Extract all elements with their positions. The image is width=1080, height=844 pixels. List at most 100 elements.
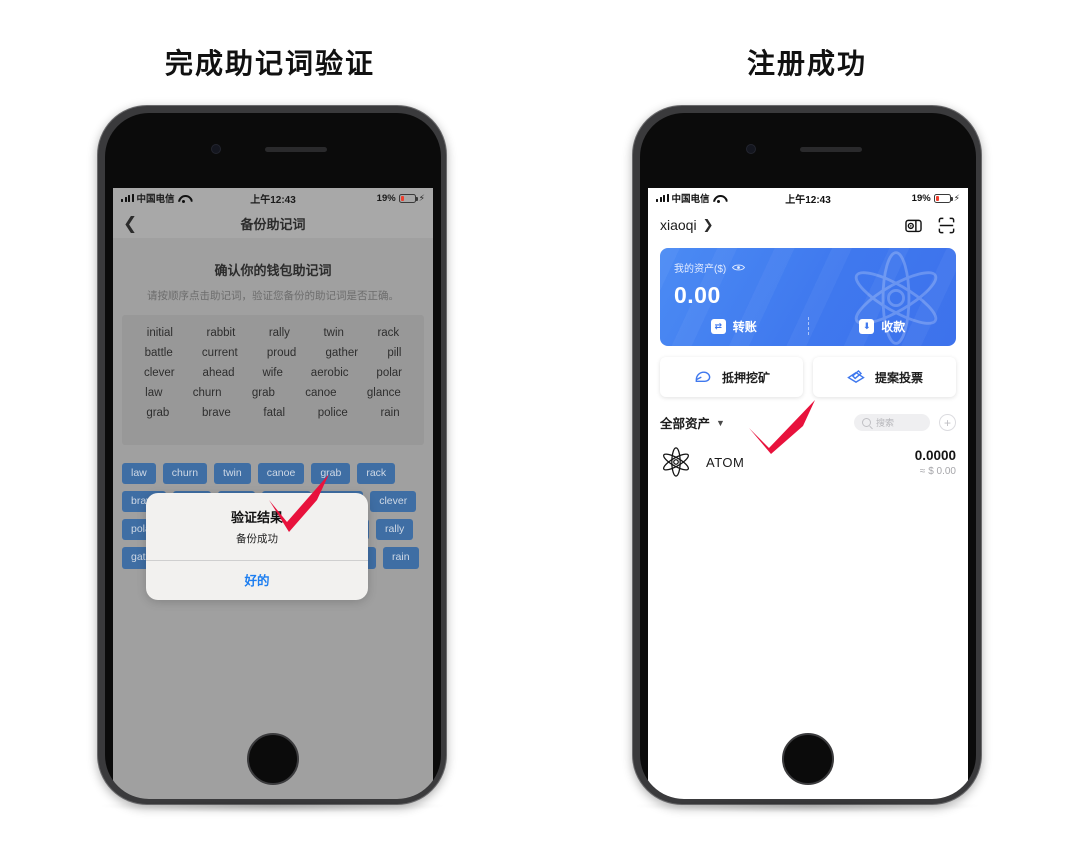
wallet-name-label[interactable]: xiaoqi [660, 217, 697, 233]
selected-word[interactable]: battle [145, 347, 173, 359]
vote-button[interactable]: 提案投票 [813, 357, 956, 397]
selected-word[interactable]: canoe [305, 387, 336, 399]
asset-amount: 0.0000 [914, 447, 956, 463]
selected-word-row: grab brave fatal police rain [128, 403, 418, 423]
signal-bars-icon [121, 194, 134, 202]
phone-mockup-left: 中国电信 上午12:43 19% ⚡ ❮ 备份助记词 确认你的钱包助记词 请按顺… [97, 105, 447, 813]
asset-symbol: ATOM [706, 454, 745, 470]
selected-word-row: law churn grab canoe glance [128, 383, 418, 403]
word-chip[interactable]: grab [311, 463, 351, 485]
selected-word[interactable]: ahead [203, 367, 235, 379]
selected-word[interactable]: fatal [263, 407, 285, 419]
page-subheading: 请按顺序点击助记词，验证您备份的助记词是否正确。 [147, 290, 399, 302]
selected-word[interactable]: wife [262, 367, 282, 379]
selected-word[interactable]: churn [193, 387, 222, 399]
battery-percent-label: 19% [911, 192, 931, 204]
all-assets-label[interactable]: 全部资产 [660, 413, 710, 432]
transfer-icon: ⇄ [710, 318, 726, 334]
transfer-label: 转账 [732, 319, 757, 334]
selected-word-row: battle current proud gather pill [128, 343, 418, 363]
front-camera-icon [746, 144, 756, 154]
selected-word[interactable]: proud [267, 347, 296, 359]
asset-fiat-value: ≈ $ 0.00 [919, 465, 956, 477]
status-bar-left: 中国电信 上午12:43 19% ⚡ [113, 188, 433, 208]
atom-coin-icon [660, 446, 692, 478]
status-bar-right: 中国电信 上午12:43 19% ⚡ [648, 188, 968, 208]
selected-word[interactable]: gather [326, 347, 359, 359]
home-button[interactable] [247, 733, 299, 785]
staking-icon [693, 368, 713, 386]
battery-percent-label: 19% [376, 192, 396, 204]
selected-word[interactable]: clever [144, 367, 175, 379]
selected-word[interactable]: rack [377, 327, 399, 339]
navigation-bar: ❮ 备份助记词 [113, 208, 433, 238]
dialog-message: 备份成功 [236, 533, 278, 545]
earpiece-speaker [800, 147, 862, 152]
nav-title: 备份助记词 [240, 216, 306, 232]
battery-icon [398, 193, 418, 203]
staking-button[interactable]: 抵押挖矿 [660, 357, 803, 397]
balance-amount: 0.00 [674, 282, 721, 308]
dialog-title: 验证结果 [230, 510, 283, 525]
selected-word[interactable]: rabbit [207, 327, 236, 339]
selected-word[interactable]: law [145, 387, 162, 399]
scan-qr-icon[interactable] [937, 216, 956, 235]
card-action-row: ⇄ 转账 ⬇ 收款 [660, 317, 956, 335]
vote-icon [846, 368, 866, 386]
card-label-row: 我的资产($) [674, 260, 942, 275]
receive-button[interactable]: ⬇ 收款 [809, 318, 957, 335]
lightning-bolt-icon: ⚡ [418, 192, 425, 203]
chevron-right-icon[interactable]: ❯ [703, 217, 714, 233]
word-chip[interactable]: rally [376, 519, 414, 541]
staking-label: 抵押挖矿 [721, 370, 770, 385]
battery-icon [933, 193, 953, 203]
page-heading: 确认你的钱包助记词 [214, 263, 332, 278]
selected-word[interactable]: initial [147, 327, 173, 339]
selected-word[interactable]: brave [202, 407, 231, 419]
selected-word[interactable]: rally [269, 327, 290, 339]
eye-icon[interactable] [732, 263, 746, 272]
screen-left: 中国电信 上午12:43 19% ⚡ ❮ 备份助记词 确认你的钱包助记词 请按顺… [113, 188, 433, 799]
selected-word-row: clever ahead wife aerobic polar [128, 363, 418, 383]
plus-icon[interactable]: + [939, 414, 956, 431]
word-chip[interactable]: rack [357, 463, 396, 485]
word-chip[interactable]: churn [162, 463, 208, 485]
phone-body-right: 中国电信 上午12:43 19% ⚡ xiaoqi ❯ 我的资产($) 0.00… [640, 113, 976, 799]
quick-action-row: 抵押挖矿 提案投票 [660, 357, 956, 397]
selected-word[interactable]: polar [376, 367, 402, 379]
word-chip[interactable]: twin [214, 463, 251, 485]
asset-list-header: 全部资产 ▼ 搜索 + [660, 413, 956, 432]
selected-word[interactable]: current [202, 347, 238, 359]
search-input[interactable]: 搜索 [854, 414, 930, 431]
left-panel-title: 完成助记词验证 [164, 48, 375, 79]
verification-result-dialog: 验证结果 备份成功 好的 [146, 493, 368, 600]
right-panel-title: 注册成功 [746, 48, 867, 79]
dialog-body: 验证结果 备份成功 [146, 493, 368, 560]
signal-bars-icon [656, 194, 669, 202]
wifi-icon [178, 194, 189, 203]
selected-word[interactable]: grab [146, 407, 169, 419]
my-assets-label: 我的资产($) [674, 264, 727, 275]
home-button[interactable] [782, 733, 834, 785]
selected-word-row: initial rabbit rally twin rack [128, 323, 418, 343]
selected-words-panel[interactable]: initial rabbit rally twin rack battle current p… [122, 315, 424, 445]
selected-word[interactable]: twin [323, 327, 343, 339]
wifi-icon [713, 194, 724, 203]
selected-word[interactable]: rain [380, 407, 399, 419]
screen-right: 中国电信 上午12:43 19% ⚡ xiaoqi ❯ 我的资产($) 0.00… [648, 188, 968, 799]
transfer-button[interactable]: ⇄ 转账 [660, 318, 808, 335]
word-chip[interactable]: rain [383, 547, 419, 569]
word-chip[interactable]: law [122, 463, 156, 485]
selected-word[interactable]: aerobic [311, 367, 349, 379]
word-chip[interactable]: canoe [257, 463, 305, 485]
status-left-group: 中国电信 [121, 191, 189, 205]
selected-word[interactable]: grab [252, 387, 275, 399]
dialog-confirm-button[interactable]: 好的 [146, 561, 368, 600]
wallet-icon[interactable] [904, 216, 923, 235]
selected-word[interactable]: police [318, 407, 348, 419]
selected-word[interactable]: pill [387, 347, 401, 359]
asset-row-atom[interactable]: ATOM 0.0000 ≈ $ 0.00 [660, 446, 956, 478]
selected-word[interactable]: glance [367, 387, 401, 399]
word-chip[interactable]: clever [370, 491, 417, 513]
chevron-down-icon[interactable]: ▼ [716, 418, 725, 428]
